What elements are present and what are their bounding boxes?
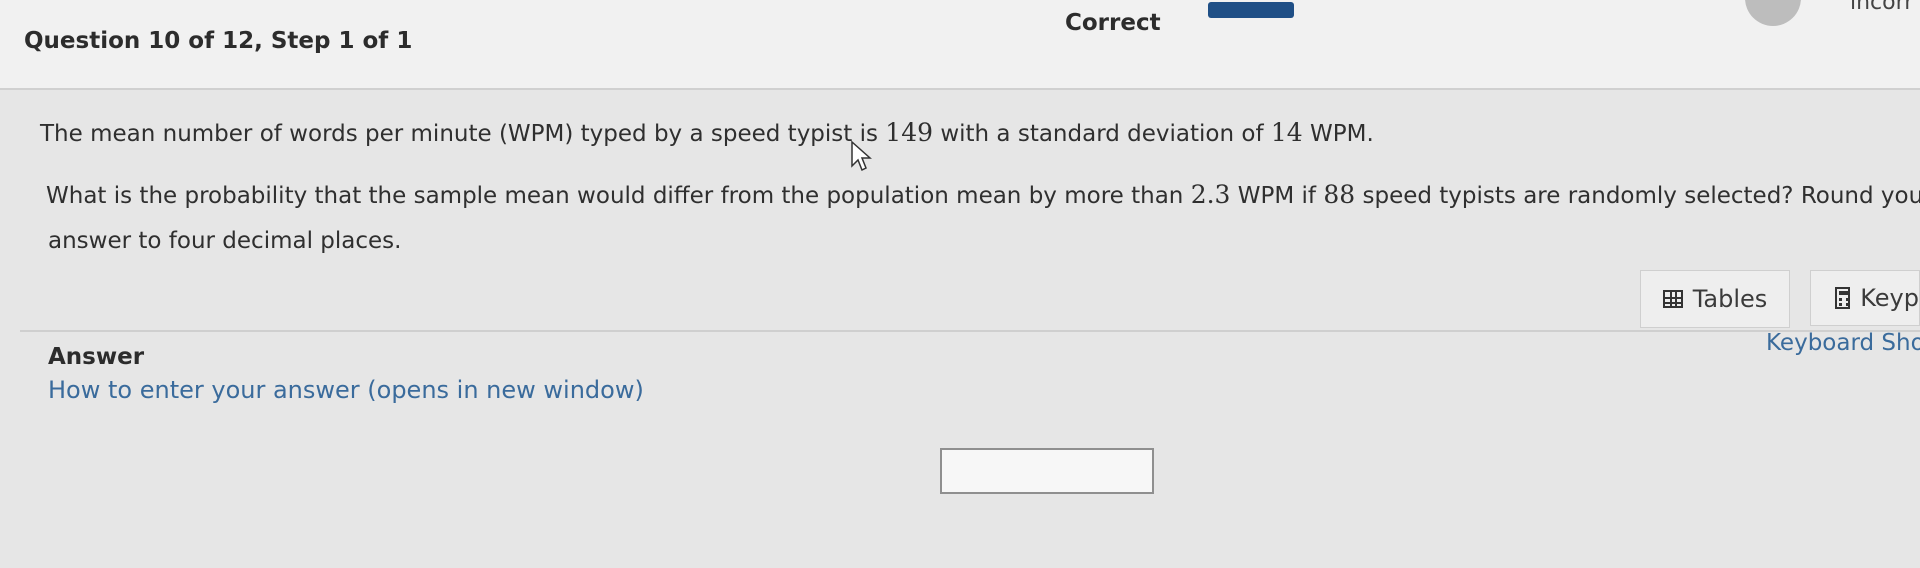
difference-value: 2.3 bbox=[1190, 180, 1231, 209]
status-correct-label: Correct bbox=[1065, 10, 1161, 36]
problem-line-3: answer to four decimal places. bbox=[48, 228, 402, 254]
sample-size-value: 88 bbox=[1323, 180, 1356, 209]
answer-input[interactable] bbox=[940, 448, 1154, 494]
header-divider bbox=[0, 88, 1920, 90]
problem-line-2: What is the probability that the sample … bbox=[46, 180, 1920, 209]
keyboard-shortcuts-link[interactable]: Keyboard Shor bbox=[1766, 330, 1920, 356]
progress-bar bbox=[1208, 2, 1294, 18]
question-header: Question 10 of 12, Step 1 of 1 Correct i… bbox=[0, 0, 1920, 88]
how-to-enter-answer-link[interactable]: How to enter your answer (opens in new w… bbox=[48, 376, 644, 404]
mean-value: 149 bbox=[885, 118, 934, 147]
problem-line-1: The mean number of words per minute (WPM… bbox=[40, 118, 1374, 147]
tools-divider bbox=[20, 330, 1920, 332]
status-circle-icon bbox=[1745, 0, 1801, 26]
tables-button[interactable]: Tables bbox=[1640, 270, 1790, 328]
table-icon bbox=[1662, 290, 1683, 308]
sd-value: 14 bbox=[1270, 118, 1303, 147]
keypad-button[interactable]: Keyp bbox=[1810, 270, 1920, 326]
partial-status-text: incorr bbox=[1850, 0, 1914, 15]
tables-button-label: Tables bbox=[1692, 285, 1768, 313]
answer-heading: Answer bbox=[48, 344, 145, 370]
question-step-label: Question 10 of 12, Step 1 of 1 bbox=[24, 28, 413, 54]
keypad-button-label: Keyp bbox=[1860, 284, 1919, 312]
calculator-icon bbox=[1835, 287, 1851, 309]
mouse-cursor-icon bbox=[851, 140, 872, 172]
